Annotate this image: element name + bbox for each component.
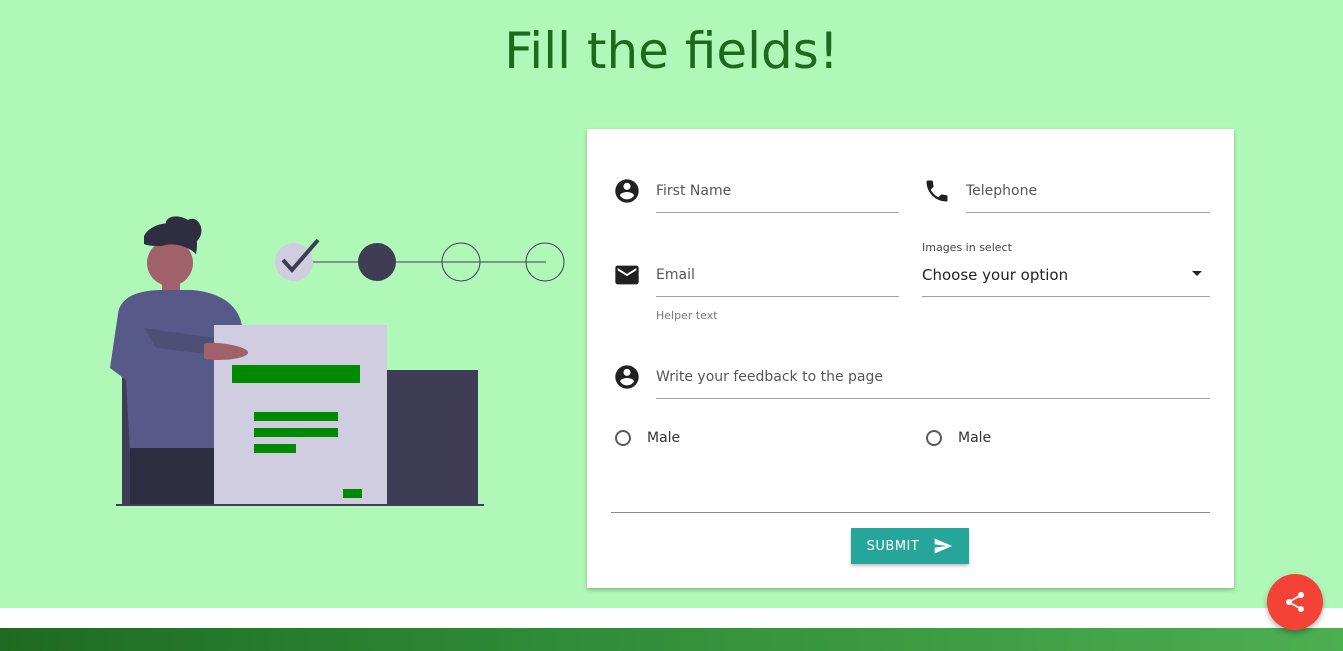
radio-male-1[interactable]: Male — [615, 430, 680, 446]
select-value: Choose your option — [922, 265, 1069, 284]
progress-steps — [275, 238, 565, 282]
send-icon — [935, 538, 953, 554]
form-illustration — [110, 216, 565, 506]
telephone-input[interactable] — [966, 169, 1210, 213]
hero-section: Fill the fields! First Name Telephone Em… — [0, 0, 1343, 608]
radio-male-2[interactable]: Male — [926, 430, 991, 446]
feedback-field — [611, 355, 1210, 401]
dropdown-caret-icon — [1192, 271, 1202, 276]
email-input[interactable] — [656, 253, 899, 297]
images-select[interactable]: Choose your option — [922, 253, 1210, 297]
form-divider — [611, 512, 1210, 513]
white-strip — [0, 608, 1343, 628]
step-1-done — [275, 243, 313, 281]
share-fab-button[interactable] — [1267, 574, 1323, 630]
radio-circle[interactable] — [926, 430, 942, 446]
radio-label: Male — [958, 430, 992, 446]
email-icon — [615, 265, 639, 285]
account-circle-icon — [615, 365, 639, 389]
account-circle-icon — [615, 179, 639, 203]
feedback-input[interactable] — [656, 355, 1210, 399]
step-2-active — [358, 243, 396, 281]
form-card: Helper text Images in select Choose your… — [587, 129, 1234, 588]
page-title: Fill the fields! — [504, 22, 839, 80]
email-helper-text: Helper text — [656, 309, 718, 322]
phone-icon — [926, 180, 948, 202]
submit-label: SUBMIT — [866, 538, 920, 554]
email-field: Helper text — [611, 253, 899, 327]
submit-button[interactable]: SUBMIT — [851, 528, 969, 564]
first-name-input[interactable] — [656, 169, 899, 213]
radio-label: Male — [647, 430, 681, 446]
telephone-field — [921, 169, 1211, 215]
first-name-field — [611, 169, 899, 215]
radio-circle[interactable] — [615, 430, 631, 446]
share-icon — [1286, 592, 1304, 612]
page-footer — [0, 628, 1343, 651]
